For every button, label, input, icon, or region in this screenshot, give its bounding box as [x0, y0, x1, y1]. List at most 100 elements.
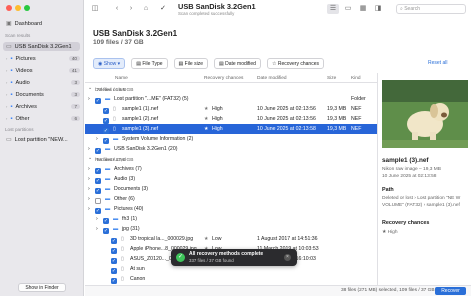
table-row[interactable]: › ✓ ▬ fh3 (1) [85, 214, 377, 224]
count-badge: 3 [71, 80, 80, 85]
checkmark-icon: ✓ [160, 5, 166, 12]
table-row[interactable]: ✓ ▯ Canon [85, 274, 377, 284]
table-row[interactable]: › ✓ ▬ USB SanDisk 3.2Gen1 (20) [85, 144, 377, 154]
disclosure-icon[interactable]: › [96, 216, 98, 222]
table-row[interactable]: › ▬ Other (6) [85, 194, 377, 204]
gallery-view-icon[interactable]: ▦ [357, 4, 369, 14]
row-name: Archives (7) [114, 166, 142, 172]
row-date: 1 August 2017 at 14:51:36 [257, 236, 318, 242]
row-name: fh3 (1) [122, 216, 137, 222]
row-name: At sun [130, 266, 145, 272]
row-chance: Low [212, 236, 222, 242]
sidebar-item-disk[interactable]: ▭ USB SanDisk 3.2Gen1 [3, 42, 80, 51]
preview-pane: sample1 (3).nef Nikon raw image – 19,3 M… [377, 73, 471, 285]
table-group-header[interactable]: ⌄ Deleted or lost · 72 files / 19.5 GB [85, 84, 377, 94]
disclosure-icon[interactable]: › [88, 206, 90, 212]
file-type-filter-button[interactable]: ▤ File Type [131, 58, 168, 69]
disclosure-icon[interactable]: › [88, 96, 90, 102]
table-group-header[interactable]: ⌄ Reconstructed · 94 files / 17,5 GB [85, 154, 377, 164]
completion-toast: ✓ All recovery methods complete 337 file… [171, 249, 297, 266]
table-row[interactable]: › ✓ ▬ Pictures (40) [85, 204, 377, 214]
close-icon[interactable]: × [284, 254, 291, 261]
sidebar-section-lost-partitions: Lost partitions [5, 127, 34, 132]
drive-icon: ▭ [6, 43, 12, 50]
disclosure-icon[interactable]: › [96, 136, 98, 142]
disclosure-icon[interactable]: › [88, 146, 90, 152]
sidebar-item-lost-partition[interactable]: ▭ Lost partition "NEW... [3, 135, 80, 144]
star-icon: ★ [204, 106, 209, 112]
home-icon[interactable]: ⌂ [140, 4, 152, 14]
column-kind[interactable]: Kind [351, 76, 361, 81]
folder-icon: ▬ [113, 136, 119, 142]
file-size-filter-button[interactable]: ▤ File size [173, 58, 208, 69]
column-name[interactable]: Name [115, 76, 128, 81]
table-row[interactable]: ✓ ▯ sample1 (2).nef ★ High 10 June 2025 at 02… [85, 114, 377, 124]
sidebar-item-label: Lost partition "NEW... [14, 136, 68, 143]
preview-toggle-icon[interactable]: ◨ [372, 4, 384, 14]
table-row[interactable]: ✓ ▯ 3D tropical la..._000029.jpg ★ Low 1 Augu… [85, 234, 377, 244]
table-row[interactable]: › ✓ ▬ Audio (3) [85, 174, 377, 184]
toast-subtitle: 337 files / 37 GB found [189, 258, 234, 263]
folder-view-icon[interactable]: ▭ [342, 4, 354, 14]
date-modified-filter-button[interactable]: ▤ Date modified [213, 58, 261, 69]
file-icon: ▯ [113, 116, 116, 122]
sidebar-item-pictures[interactable]: › ▪ Pictures 40 [3, 54, 80, 63]
folder-icon: ▬ [105, 206, 111, 212]
preview-date: 10 June 2025 at 02:13:58 [382, 174, 437, 179]
row-name: sample1 (2).nef [122, 116, 159, 122]
star-icon: ★ [204, 236, 209, 242]
back-icon[interactable]: ‹ [111, 4, 123, 14]
column-size[interactable]: Size [327, 76, 336, 81]
table-row[interactable]: › ✓ ▬ System Volume Information (2) [85, 134, 377, 144]
toast-title: All recovery methods complete [189, 251, 264, 257]
sidebar-item-audio[interactable]: › ▪ Audio 3 [3, 78, 80, 87]
close-window-button[interactable] [6, 5, 12, 11]
disclosure-icon[interactable]: › [88, 196, 90, 202]
recover-button[interactable]: Recover [435, 287, 466, 295]
preview-path-label: Path [382, 187, 394, 193]
disclosure-icon[interactable]: › [88, 166, 90, 172]
table-row[interactable]: ✓ ▯ sample1 (1).nef ★ High 10 June 2025 at 02… [85, 104, 377, 114]
show-in-finder-button[interactable]: Show in Finder [18, 283, 66, 292]
reset-all-link[interactable]: Reset all [428, 60, 447, 66]
folder-icon: ▬ [105, 146, 111, 152]
zoom-window-button[interactable] [24, 5, 30, 11]
column-recovery-chances[interactable]: Recovery chances [204, 76, 243, 81]
row-name: Pictures (40) [114, 206, 144, 212]
status-bar: 38 files (271 MB) selected, 109 files / … [85, 285, 471, 296]
sidebar-item-archives[interactable]: › ▪ Archives 7 [3, 102, 80, 111]
preview-file-name: sample1 (3).nef [382, 157, 429, 164]
file-icon: ▯ [121, 246, 124, 252]
disclosure-icon[interactable]: ⌄ [88, 156, 92, 161]
disclosure-icon[interactable]: › [88, 186, 90, 192]
disclosure-icon[interactable]: › [96, 226, 98, 232]
sidebar-item-videos[interactable]: › ▪ Videos 41 [3, 66, 80, 75]
list-view-icon[interactable]: ☰ [327, 4, 339, 14]
column-date-modified[interactable]: Date modified [257, 76, 287, 81]
group-label: Deleted or lost · 72 files / 19.5 GB [95, 86, 134, 93]
file-icon: ▯ [113, 126, 116, 132]
row-date: 10 June 2025 at 02:13:58 [257, 126, 316, 132]
row-name: Documents (3) [114, 186, 149, 192]
disclosure-icon[interactable]: › [88, 176, 90, 182]
forward-icon[interactable]: › [125, 4, 137, 14]
table-row[interactable]: › ✓ ▬ jpg (31) [85, 224, 377, 234]
sidebar-item-other[interactable]: › ▪ Other 6 [3, 114, 80, 123]
minimize-window-button[interactable] [15, 5, 21, 11]
table-row[interactable]: ✓ ▯ sample1 (3).nef ★ High 10 June 2025 at 02… [85, 124, 377, 134]
table-row[interactable]: › ✓ ▬ Archives (7) [85, 164, 377, 174]
show-filter-button[interactable]: ◉ Show ▾ [93, 58, 126, 69]
row-chance: High [212, 126, 223, 132]
sidebar-toggle-icon[interactable]: ◫ [89, 4, 101, 14]
table-row[interactable]: › ✓ ▬ Documents (3) [85, 184, 377, 194]
count-badge: 6 [71, 116, 80, 121]
row-name: sample1 (1).nef [122, 106, 159, 112]
sidebar-item-dashboard[interactable]: ▣ Dashboard [3, 19, 80, 28]
sidebar-section-scan-results: Scan results [5, 33, 31, 38]
table-row[interactable]: › ✓ ▬ Lost partition "...ME" (FAT32) (5) Fol… [85, 94, 377, 104]
search-input[interactable]: ⌕ Search [396, 4, 466, 14]
folder-icon: ▬ [113, 226, 119, 232]
disclosure-icon[interactable]: ⌄ [88, 86, 92, 91]
recovery-chances-filter-button[interactable]: ☆ Recovery chances [266, 58, 324, 69]
sidebar-item-documents[interactable]: › ▪ Documents 3 [3, 90, 80, 99]
